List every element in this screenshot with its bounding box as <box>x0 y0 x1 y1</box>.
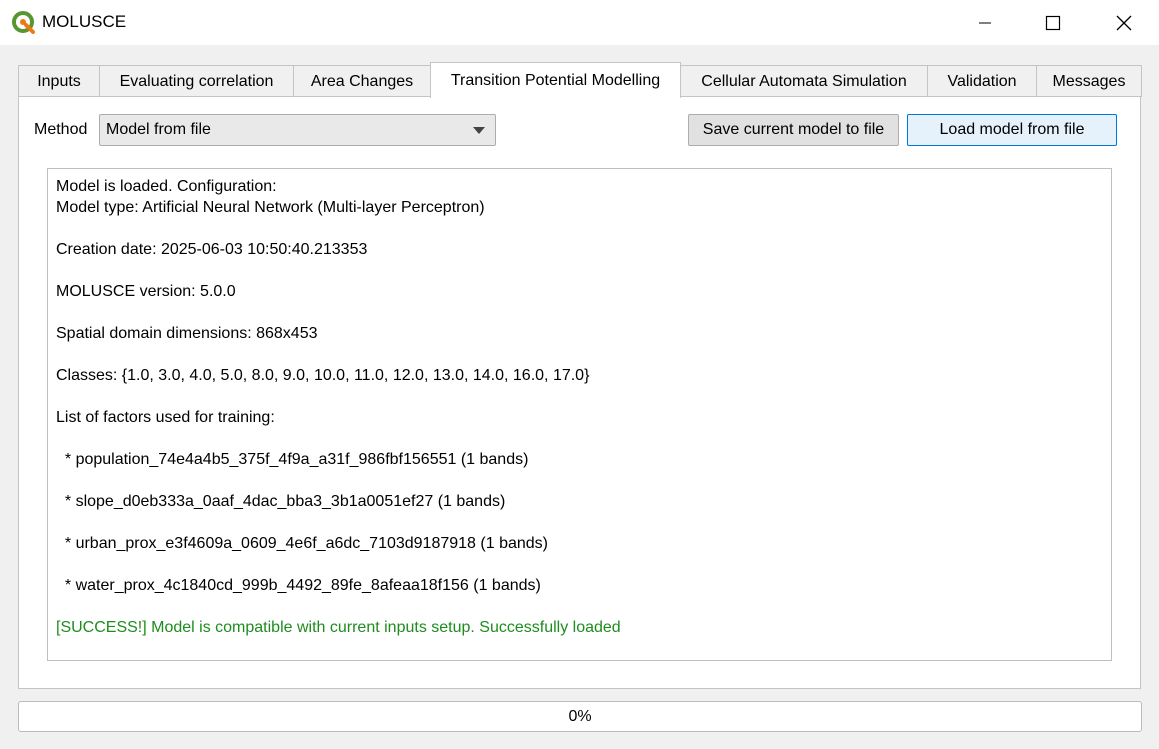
log-line: Creation date: 2025-06-03 10:50:40.21335… <box>56 241 368 258</box>
window-title: MOLUSCE <box>42 12 127 31</box>
log-line: Spatial domain dimensions: 868x453 <box>56 325 318 342</box>
tab-transition-potential-modelling[interactable]: Transition Potential Modelling <box>430 62 681 98</box>
maximize-icon <box>1045 15 1061 30</box>
log-line-factor: * population_74e4a4b5_375f_4f9a_a31f_986… <box>56 451 529 468</box>
save-model-button[interactable]: Save current model to file <box>688 114 899 146</box>
tab-cellular-automata-simulation[interactable]: Cellular Automata Simulation <box>680 65 928 97</box>
close-icon <box>1116 15 1132 30</box>
tab-area-changes[interactable]: Area Changes <box>293 65 431 97</box>
log-line: Classes: {1.0, 3.0, 4.0, 5.0, 8.0, 9.0, … <box>56 367 590 384</box>
progress-bar: 0% <box>18 701 1142 732</box>
minimize-icon <box>979 22 991 23</box>
chevron-down-icon <box>473 127 485 134</box>
method-selected-value: Model from file <box>106 121 211 138</box>
qgis-logo-icon <box>12 11 35 34</box>
tab-inputs[interactable]: Inputs <box>18 65 100 97</box>
log-line-factor: * slope_d0eb333a_0aaf_4dac_bba3_3b1a0051… <box>56 493 506 510</box>
log-line-factor: * urban_prox_e3f4609a_0609_4e6f_a6dc_710… <box>56 535 548 552</box>
title-bar: MOLUSCE <box>0 0 1159 45</box>
tab-messages[interactable]: Messages <box>1036 65 1142 97</box>
minimize-button[interactable] <box>950 0 1020 45</box>
progress-label: 0% <box>568 708 592 725</box>
log-line: Model type: Artificial Neural Network (M… <box>56 199 485 216</box>
log-line: List of factors used for training: <box>56 409 275 426</box>
model-log-textarea[interactable]: Model is loaded. Configuration: Model ty… <box>47 168 1112 661</box>
close-button[interactable] <box>1089 0 1159 45</box>
log-line: MOLUSCE version: 5.0.0 <box>56 283 236 300</box>
load-model-button[interactable]: Load model from file <box>907 114 1117 146</box>
tab-bar: Inputs Evaluating correlation Area Chang… <box>18 62 1142 98</box>
method-select[interactable]: Model from file <box>99 114 496 146</box>
log-line-factor: * water_prox_4c1840cd_999b_4492_89fe_8af… <box>56 577 541 594</box>
maximize-button[interactable] <box>1018 0 1088 45</box>
tab-evaluating-correlation[interactable]: Evaluating correlation <box>99 65 294 97</box>
method-label: Method <box>34 121 88 138</box>
log-line: Model is loaded. Configuration: <box>56 178 277 195</box>
tab-validation[interactable]: Validation <box>927 65 1037 97</box>
log-line-success: [SUCCESS!] Model is compatible with curr… <box>56 619 621 636</box>
